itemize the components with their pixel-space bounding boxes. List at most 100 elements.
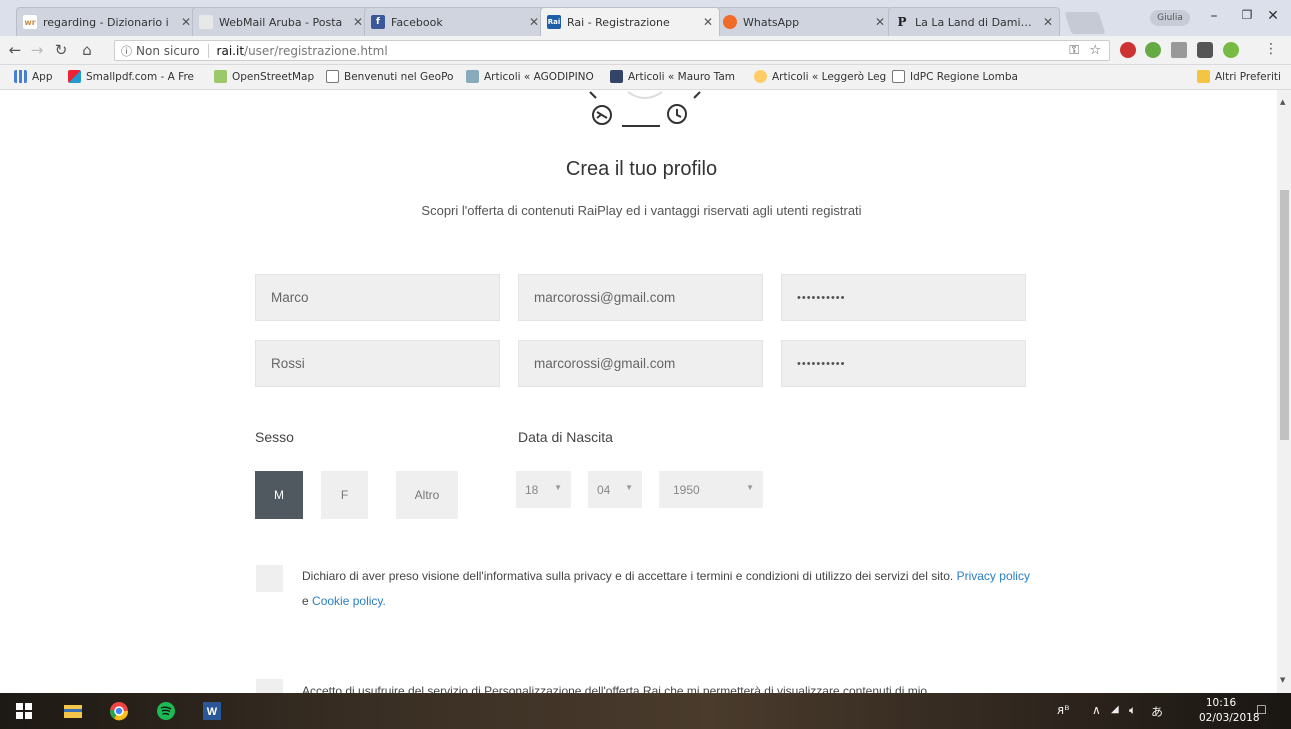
bookmark-openstreetmap[interactable]: OpenStreetMap [214, 70, 320, 83]
pocket-icon[interactable] [1197, 42, 1213, 58]
privacy-policy-link[interactable]: Privacy policy [957, 569, 1030, 583]
address-bar[interactable]: ⓘ Non sicuro rai.it/user/registrazione.h… [114, 40, 1110, 61]
chevron-down-icon: ▼ [625, 483, 633, 492]
bookmark-label: Altri Preferiti [1215, 70, 1281, 83]
bookmark-label: OpenStreetMap [232, 70, 315, 83]
leggero-icon [754, 70, 767, 83]
network-icon[interactable]: ◢ [1111, 704, 1119, 715]
new-tab-button[interactable] [1064, 12, 1106, 34]
maximize-icon[interactable]: ❐ [1236, 8, 1258, 22]
bookmark-idpc[interactable]: IdPC Regione Lomba [892, 70, 1022, 83]
file-explorer-icon[interactable] [63, 701, 83, 721]
word-icon[interactable]: W [202, 701, 222, 721]
page-scrollbar[interactable]: ▲ ▼ [1277, 90, 1291, 693]
tab-whatsapp[interactable]: WhatsApp ✕ [716, 7, 892, 36]
email-confirm-field[interactable]: marcorossi@gmail.com [518, 340, 763, 387]
close-icon[interactable]: ✕ [353, 15, 363, 29]
key-icon[interactable]: ⚿ [1069, 43, 1079, 58]
clock-time: 10:16 [1205, 697, 1237, 709]
privacy-checkbox[interactable] [256, 565, 283, 592]
spotify-icon[interactable] [156, 701, 176, 721]
scroll-thumb[interactable] [1280, 190, 1289, 440]
birth-year-value: 1950 [673, 482, 700, 497]
profile-logo-icon [589, 91, 701, 127]
people-icon[interactable]: ᴙᴮ [1057, 703, 1069, 717]
bookmark-smallpdf[interactable]: Smallpdf.com - A Fre [68, 70, 203, 83]
tab-lalaland[interactable]: P La La Land di Damien C ✕ [888, 7, 1060, 36]
bookmark-label: Articoli « AGODIPINO [484, 70, 594, 83]
gender-m-button[interactable]: M [255, 471, 303, 519]
cookie-policy-link[interactable]: Cookie policy. [312, 594, 386, 608]
back-icon[interactable]: ← [6, 41, 24, 59]
close-icon[interactable]: ✕ [529, 15, 539, 29]
profile-button[interactable]: Giulia [1150, 10, 1190, 26]
star-icon[interactable]: ☆ [1089, 43, 1101, 58]
close-icon[interactable]: ✕ [1043, 15, 1053, 29]
extension-color-icon[interactable] [1223, 42, 1239, 58]
close-icon[interactable]: ✕ [875, 15, 885, 29]
reload-icon[interactable]: ↻ [52, 41, 70, 59]
gender-altro-button[interactable]: Altro [396, 471, 458, 519]
url-host: rai.it [216, 43, 245, 58]
bookmark-geoportale[interactable]: Benvenuti nel GeoPo [326, 70, 461, 83]
page-icon [326, 70, 339, 83]
notifications-icon[interactable]: ☐ [1256, 703, 1267, 717]
tab-rai-registrazione[interactable]: Rai Rai - Registrazione ✕ [540, 7, 720, 36]
password-confirm-field[interactable]: •••••••••• [781, 340, 1026, 387]
extension-mail-icon[interactable] [1120, 42, 1136, 58]
language-icon[interactable]: あ [1151, 703, 1163, 720]
close-icon[interactable]: ✕ [181, 15, 191, 29]
info-icon: ⓘ [121, 44, 132, 58]
bookmark-agodipino[interactable]: Articoli « AGODIPINO [466, 70, 604, 83]
last-name-field[interactable]: Rossi [255, 340, 500, 387]
scroll-up-icon[interactable]: ▲ [1280, 98, 1285, 106]
bookmark-label: Benvenuti nel GeoPo [344, 70, 454, 83]
scroll-down-icon[interactable]: ▼ [1280, 676, 1285, 684]
privacy-and: e [302, 594, 309, 608]
page-title: Crea il tuo profilo [565, 158, 718, 180]
personalization-checkbox[interactable] [256, 679, 283, 693]
tab-label: WhatsApp [743, 15, 800, 29]
close-icon[interactable]: ✕ [703, 15, 713, 29]
tab-dizionario[interactable]: wr regarding - Dizionario i ✕ [16, 7, 198, 36]
first-name-field[interactable]: Marco [255, 274, 500, 321]
tab-facebook[interactable]: f Facebook ✕ [364, 7, 546, 36]
chevron-up-icon[interactable]: ∧ [1092, 703, 1101, 717]
page-subtitle: Scopri l'offerta di contenuti RaiPlay ed… [421, 203, 862, 218]
gender-f-button[interactable]: F [321, 471, 368, 519]
apps-icon [14, 70, 27, 83]
extension-globe-icon[interactable] [1145, 42, 1161, 58]
chrome-icon[interactable] [109, 701, 129, 721]
bookmark-leggero[interactable]: Articoli « Leggerò Leg [754, 70, 886, 83]
email-field[interactable]: marcorossi@gmail.com [518, 274, 763, 321]
rai-icon: Rai [547, 15, 561, 29]
chevron-down-icon: ▼ [746, 483, 754, 492]
birth-day-select[interactable]: 18 ▼ [516, 471, 571, 508]
folder-icon [1197, 70, 1210, 83]
extension-box-icon[interactable] [1171, 42, 1187, 58]
windows-start-icon[interactable] [16, 703, 32, 719]
bookmark-altri-preferiti[interactable]: Altri Preferiti [1197, 70, 1281, 83]
volume-icon[interactable]: 🔈︎ [1129, 703, 1136, 718]
bookmark-label: Articoli « Mauro Tam [628, 70, 735, 83]
facebook-icon: f [371, 15, 385, 29]
forward-icon[interactable]: → [28, 41, 46, 59]
system-clock[interactable]: 10:16 02/03/2018 [1199, 696, 1260, 726]
close-window-icon[interactable]: ✕ [1262, 8, 1284, 24]
birth-month-select[interactable]: 04 ▼ [588, 471, 642, 508]
tab-webmail[interactable]: WebMail Aruba - Posta ✕ [192, 7, 370, 36]
page-icon [892, 70, 905, 83]
password-field[interactable]: •••••••••• [781, 274, 1026, 321]
birth-year-select[interactable]: 1950 ▼ [659, 471, 763, 508]
bookmark-label: Articoli « Leggerò Leg [772, 70, 886, 83]
menu-icon[interactable]: ⋮ [1262, 41, 1280, 57]
agodipino-icon [466, 70, 479, 83]
tab-strip: wr regarding - Dizionario i ✕ WebMail Ar… [0, 0, 1291, 36]
chevron-down-icon: ▼ [554, 483, 562, 492]
minimize-icon[interactable]: – [1203, 8, 1225, 24]
home-icon[interactable]: ⌂ [78, 41, 96, 59]
bookmark-apps[interactable]: App [14, 70, 53, 83]
security-indicator[interactable]: ⓘ Non sicuro [121, 43, 200, 59]
bookmark-mauro[interactable]: Articoli « Mauro Tam [610, 70, 746, 83]
p-icon: P [897, 15, 907, 29]
